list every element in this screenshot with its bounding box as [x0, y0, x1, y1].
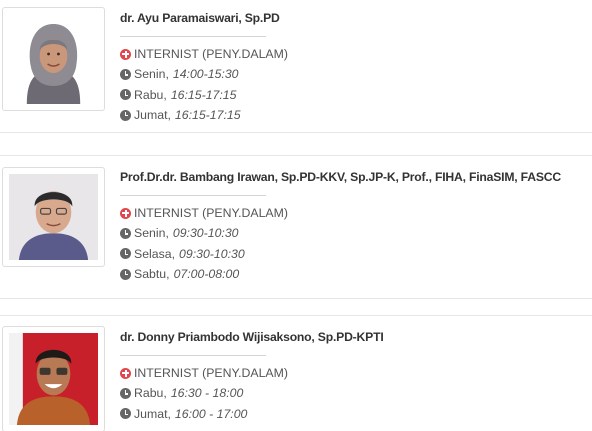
clock-icon: [120, 227, 131, 239]
doctor-photo: [9, 333, 98, 425]
clock-icon: [120, 268, 131, 280]
schedule-time: 09:30-10:30: [179, 246, 245, 261]
schedule-time: 09:30-10:30: [172, 226, 239, 241]
schedule-row: Jumat, 16:00 - 17:00: [120, 404, 590, 424]
schedule-day: Selasa,: [134, 246, 176, 261]
schedule-row: Sabtu, 07:00-08:00: [120, 264, 590, 284]
doctor-name[interactable]: dr. Ayu Paramaiswari, Sp.PD: [120, 11, 590, 25]
doctor-name[interactable]: dr. Donny Priambodo Wijisaksono, Sp.PD-K…: [120, 330, 590, 344]
schedule-row: Rabu, 16:30 - 18:00: [120, 383, 590, 403]
doctor-name[interactable]: Prof.Dr.dr. Bambang Irawan, Sp.PD-KKV, S…: [120, 170, 590, 184]
doctor-info: dr. Ayu Paramaiswari, Sp.PD INTERNIST (P…: [120, 11, 590, 125]
specialty-row: INTERNIST (PENY.DALAM): [120, 203, 590, 223]
schedule-time: 16:30 - 18:00: [170, 386, 244, 401]
doctor-photo-frame[interactable]: [2, 326, 105, 431]
schedule-time: 16:15-17:15: [170, 87, 237, 102]
divider: [120, 195, 266, 196]
plus-circle-icon: [120, 207, 131, 219]
specialty-label: INTERNIST (PENY.DALAM): [134, 206, 288, 221]
schedule-row: Jumat, 16:15-17:15: [120, 105, 590, 125]
schedule-time: 14:00-15:30: [172, 67, 239, 82]
schedule-time: 16:00 - 17:00: [174, 406, 248, 421]
doctor-list: dr. Ayu Paramaiswari, Sp.PD INTERNIST (P…: [0, 0, 592, 431]
doctor-card[interactable]: Prof.Dr.dr. Bambang Irawan, Sp.PD-KKV, S…: [0, 155, 592, 299]
schedule-day: Jumat,: [134, 108, 171, 123]
doctor-card[interactable]: dr. Donny Priambodo Wijisaksono, Sp.PD-K…: [0, 315, 592, 431]
schedule-day: Sabtu,: [134, 267, 170, 282]
schedule-row: Selasa, 09:30-10:30: [120, 244, 590, 264]
doctor-photo-frame[interactable]: [2, 167, 105, 267]
doctor-info: Prof.Dr.dr. Bambang Irawan, Sp.PD-KKV, S…: [120, 170, 590, 284]
clock-icon: [120, 68, 131, 80]
plus-circle-icon: [120, 48, 131, 60]
schedule-row: Rabu, 16:15-17:15: [120, 85, 590, 105]
specialty-row: INTERNIST (PENY.DALAM): [120, 363, 590, 383]
schedule-row: Senin, 09:30-10:30: [120, 223, 590, 243]
clock-icon: [120, 408, 131, 420]
schedule-day: Rabu,: [134, 386, 167, 401]
doctor-info: dr. Donny Priambodo Wijisaksono, Sp.PD-K…: [120, 330, 590, 424]
doctor-photo: [9, 14, 98, 104]
clock-icon: [120, 89, 131, 101]
specialty-label: INTERNIST (PENY.DALAM): [134, 47, 288, 62]
schedule-day: Senin,: [134, 67, 169, 82]
clock-icon: [120, 387, 131, 399]
specialty-row: INTERNIST (PENY.DALAM): [120, 44, 590, 64]
schedule-day: Senin,: [134, 226, 169, 241]
schedule-time: 07:00-08:00: [173, 267, 240, 282]
doctor-photo: [9, 174, 98, 260]
schedule-day: Rabu,: [134, 87, 167, 102]
divider: [120, 355, 266, 356]
doctor-card[interactable]: dr. Ayu Paramaiswari, Sp.PD INTERNIST (P…: [0, 0, 592, 133]
clock-icon: [120, 248, 131, 260]
specialty-label: INTERNIST (PENY.DALAM): [134, 366, 288, 381]
schedule-time: 16:15-17:15: [174, 108, 241, 123]
clock-icon: [120, 109, 131, 121]
schedule-row: Senin, 14:00-15:30: [120, 64, 590, 84]
plus-circle-icon: [120, 367, 131, 379]
divider: [120, 36, 266, 37]
doctor-photo-frame[interactable]: [2, 7, 105, 111]
schedule-day: Jumat,: [134, 406, 171, 421]
